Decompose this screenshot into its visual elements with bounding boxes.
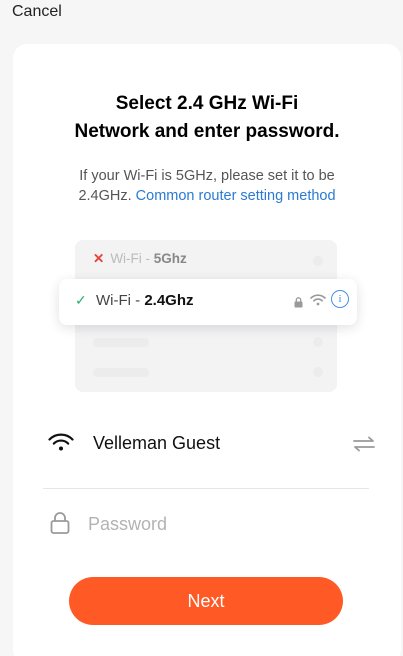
page-title: Select 2.4 GHz Wi-Fi Network and enter p… (13, 90, 401, 146)
info-icon: i (331, 290, 349, 308)
title-line-1: Select 2.4 GHz Wi-Fi (115, 93, 299, 114)
illustration-row-5ghz-band: 5Ghz (153, 251, 187, 266)
divider (43, 488, 369, 489)
wifi-setup-card: Select 2.4 GHz Wi-Fi Network and enter p… (13, 44, 401, 656)
subtitle-line-1: If your Wi-Fi is 5GHz, please set it to … (79, 168, 335, 184)
title-line-2: Network and enter password. (74, 121, 340, 142)
network-ssid: Velleman Guest (93, 433, 221, 453)
placeholder-dot (313, 337, 323, 347)
password-input[interactable] (88, 510, 368, 538)
placeholder-bar (93, 368, 149, 377)
subtitle-line-2-prefix: 2.4GHz. (78, 188, 132, 204)
lock-icon (294, 295, 303, 313)
illustration-row-5ghz: ✕ Wi-Fi - 5Ghz (93, 251, 187, 267)
placeholder-dot (313, 367, 323, 377)
cancel-button[interactable]: Cancel (12, 3, 62, 21)
illustration-row-24ghz-prefix: Wi-Fi - (96, 292, 145, 309)
lock-icon (50, 512, 70, 539)
illustration-row-24ghz: ✓ Wi-Fi - 2.4Ghz i (59, 279, 357, 325)
checkmark-icon: ✓ (75, 292, 87, 308)
router-setting-link[interactable]: Common router setting method (136, 188, 336, 204)
wifi-icon (48, 432, 74, 457)
wifi-signal-icon (310, 293, 326, 311)
illustration-row-24ghz-label: Wi-Fi - 2.4Ghz (96, 292, 194, 309)
network-selector[interactable]: Velleman Guest (46, 428, 381, 468)
illustration-row-5ghz-prefix: Wi-Fi - (110, 251, 154, 266)
subtitle-line-2: 2.4GHz. Common router setting method (13, 186, 401, 206)
subtitle: If your Wi-Fi is 5GHz, please set it to … (13, 166, 401, 206)
password-row (46, 506, 381, 546)
next-button[interactable]: Next (69, 577, 343, 625)
illustration-row-24ghz-band: 2.4Ghz (144, 292, 194, 309)
switch-network-icon[interactable] (352, 436, 376, 457)
placeholder-bar (93, 338, 149, 347)
cross-icon: ✕ (93, 251, 105, 266)
placeholder-dot (313, 256, 323, 266)
